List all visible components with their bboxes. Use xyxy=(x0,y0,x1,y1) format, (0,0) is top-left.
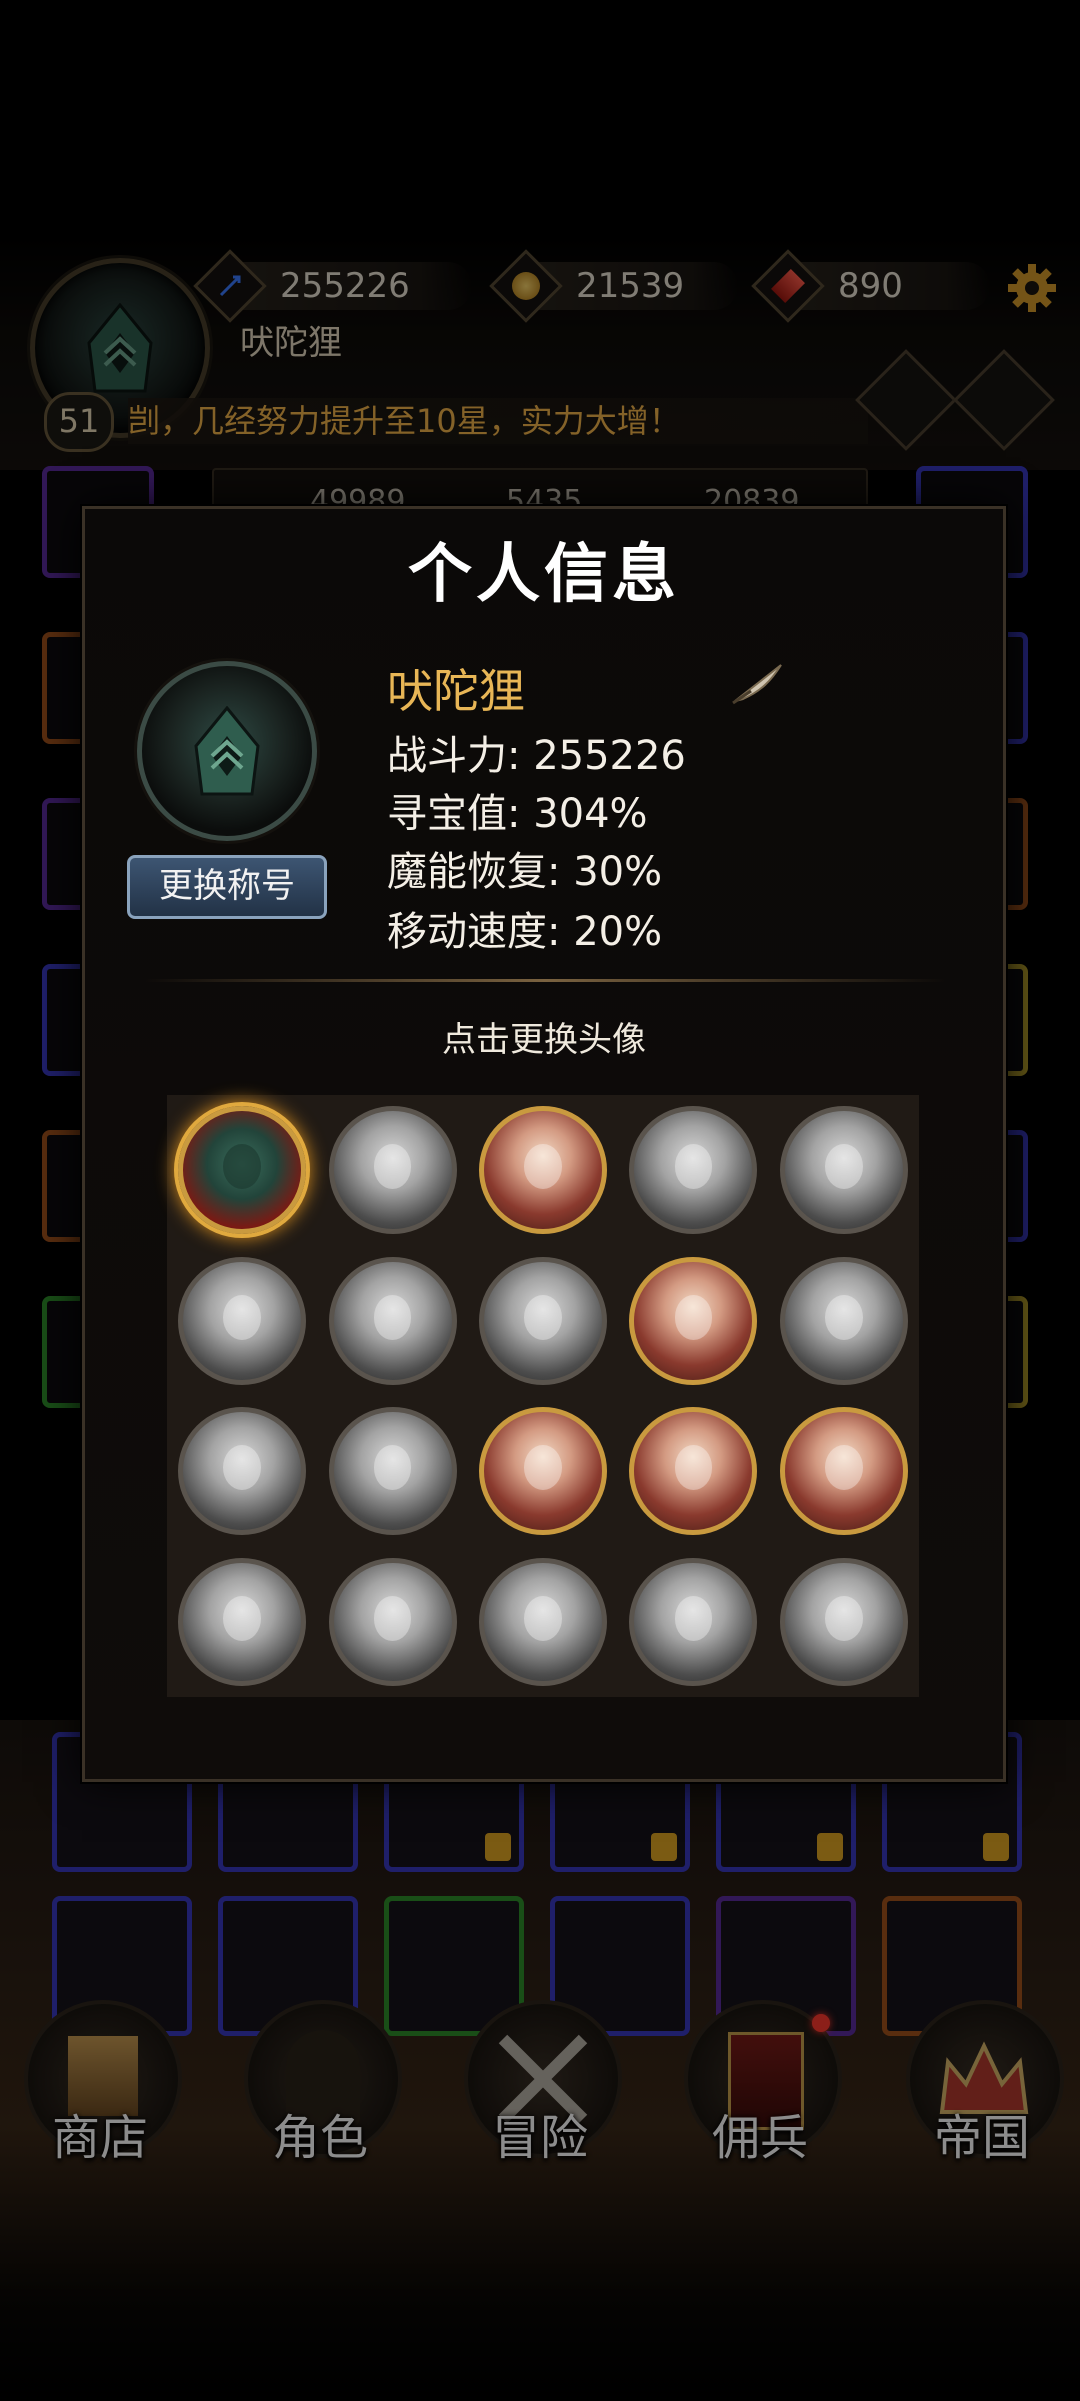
portrait-face xyxy=(373,1595,412,1641)
portrait-face xyxy=(373,1445,412,1491)
portrait-face xyxy=(223,1294,262,1340)
avatar-option[interactable] xyxy=(328,1256,457,1385)
portrait-face xyxy=(824,1294,863,1340)
portrait-face xyxy=(674,1294,713,1340)
avatar-cell xyxy=(769,1246,919,1397)
avatar-option[interactable] xyxy=(328,1106,457,1235)
avatar-option[interactable] xyxy=(478,1557,607,1686)
avatar-cell xyxy=(167,1396,317,1547)
avatar-option[interactable] xyxy=(779,1407,908,1536)
avatar-cell xyxy=(167,1547,317,1698)
avatar-cell xyxy=(618,1246,768,1397)
portrait-face xyxy=(674,1595,713,1641)
avatar-cell xyxy=(769,1547,919,1698)
portrait-face xyxy=(223,1595,262,1641)
avatar-option[interactable] xyxy=(629,1557,758,1686)
profile-name: 吠陀狸 xyxy=(387,664,525,718)
portrait-face xyxy=(373,1294,412,1340)
avatar-option[interactable] xyxy=(328,1557,457,1686)
stat-mana-recovery: 魔能恢复: 30% xyxy=(387,849,663,895)
stat-combat-power: 战斗力: 255226 xyxy=(387,733,686,779)
profile-modal: 个人信息 更换称号 吠陀狸 战斗力: 255226 寻宝值: 304% 魔能恢复… xyxy=(82,506,1006,1782)
stat-move-speed: 移动速度: 20% xyxy=(387,909,663,955)
portrait-face xyxy=(824,1144,863,1190)
modal-avatar xyxy=(137,661,317,841)
edit-quill-icon[interactable] xyxy=(731,661,785,705)
avatar-cell xyxy=(769,1095,919,1246)
avatar-option[interactable] xyxy=(629,1256,758,1385)
avatar-option[interactable] xyxy=(629,1407,758,1536)
avatar-cell xyxy=(317,1095,467,1246)
avatar-grid xyxy=(167,1095,919,1697)
avatar-option[interactable] xyxy=(779,1557,908,1686)
portrait-face xyxy=(524,1294,562,1340)
avatar-cell xyxy=(618,1547,768,1698)
portrait-face xyxy=(824,1445,863,1491)
avatar-option[interactable] xyxy=(328,1407,457,1536)
avatar-cell xyxy=(769,1396,919,1547)
avatar-cell xyxy=(317,1396,467,1547)
avatar-option[interactable] xyxy=(779,1256,908,1385)
avatar-option[interactable] xyxy=(629,1106,758,1235)
avatar-cell xyxy=(167,1246,317,1397)
avatar-cell xyxy=(468,1095,618,1246)
avatar-option[interactable] xyxy=(478,1256,607,1385)
avatar-cell xyxy=(317,1547,467,1698)
stat-treasure-value: 寻宝值: 304% xyxy=(387,791,648,837)
portrait-face xyxy=(524,1445,562,1491)
avatar-cell xyxy=(317,1246,467,1397)
avatar-option[interactable] xyxy=(178,1557,307,1686)
portrait-face xyxy=(223,1144,262,1190)
avatar-cell xyxy=(618,1095,768,1246)
rename-title-button[interactable]: 更换称号 xyxy=(127,855,327,919)
avatar-option[interactable] xyxy=(478,1407,607,1536)
avatar-option[interactable] xyxy=(178,1256,307,1385)
change-avatar-hint: 点击更换头像 xyxy=(442,1020,646,1060)
portrait-face xyxy=(524,1144,562,1190)
portrait-face xyxy=(373,1144,412,1190)
avatar-cell xyxy=(468,1396,618,1547)
avatar-cell xyxy=(468,1246,618,1397)
portrait-face xyxy=(674,1144,713,1190)
avatar-option[interactable] xyxy=(779,1106,908,1235)
avatar-option[interactable] xyxy=(178,1407,307,1536)
avatar-cell xyxy=(167,1095,317,1246)
avatar-option-selected[interactable] xyxy=(178,1106,307,1235)
divider xyxy=(145,979,945,982)
portrait-face xyxy=(674,1445,713,1491)
hooded-figure-icon xyxy=(194,706,260,796)
avatar-option[interactable] xyxy=(478,1106,607,1235)
avatar-cell xyxy=(468,1547,618,1698)
modal-title: 个人信息 xyxy=(408,538,680,612)
portrait-face xyxy=(223,1445,262,1491)
portrait-face xyxy=(824,1595,863,1641)
avatar-cell xyxy=(618,1396,768,1547)
portrait-face xyxy=(524,1595,562,1641)
